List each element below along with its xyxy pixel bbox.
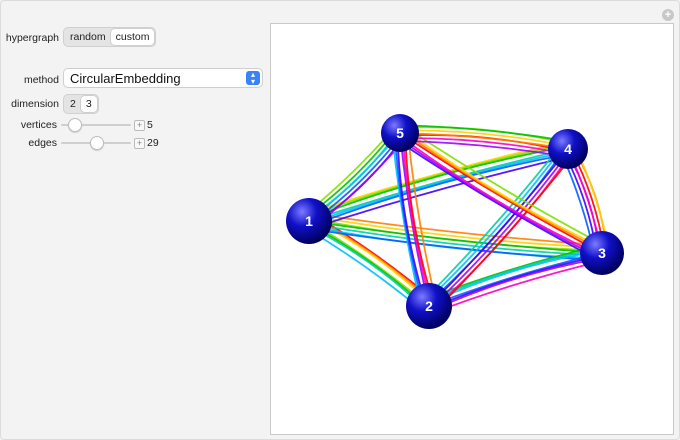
dimension-label: dimension [11,98,59,110]
vertices-value: 5 [147,119,153,131]
hypergraph-toggle: random custom [63,27,157,47]
updown-arrows-icon: ▴ ▾ [246,71,260,86]
edges-value: 29 [147,137,159,149]
dimension-option-2[interactable]: 2 [65,96,81,112]
vertices-slider[interactable] [61,118,131,132]
vertex-label: 2 [425,298,433,314]
vertex-label: 3 [598,245,606,261]
edges-slider[interactable] [61,136,131,150]
edges-slider-knob[interactable] [90,136,104,150]
vertices-expand-icon[interactable]: + [134,120,145,131]
method-select[interactable]: CircularEmbedding ▴ ▾ [63,68,263,88]
vertex-label: 5 [396,125,404,141]
dimension-option-3[interactable]: 3 [80,96,97,112]
app-frame: + hypergraph random custom method Circul… [0,0,680,440]
vertex-label: 1 [305,213,313,229]
method-label: method [23,74,59,86]
hypergraph-label: hypergraph [5,32,59,44]
hypergraph-option-random[interactable]: random [65,29,111,45]
hypergraph-plot: 1 2 3 4 5 [286,114,624,329]
vertex-label: 4 [564,141,572,157]
edges-expand-icon[interactable]: + [134,138,145,149]
dimension-toggle: 2 3 [63,94,99,114]
graph-panel: 1 2 3 4 5 [270,23,674,435]
vertices-slider-knob[interactable] [67,118,82,132]
hypergraph-option-custom[interactable]: custom [110,29,155,45]
method-value: CircularEmbedding [70,71,181,86]
add-icon[interactable]: + [662,9,674,21]
vertices-label: vertices [20,119,57,131]
edges-label: edges [28,137,57,149]
